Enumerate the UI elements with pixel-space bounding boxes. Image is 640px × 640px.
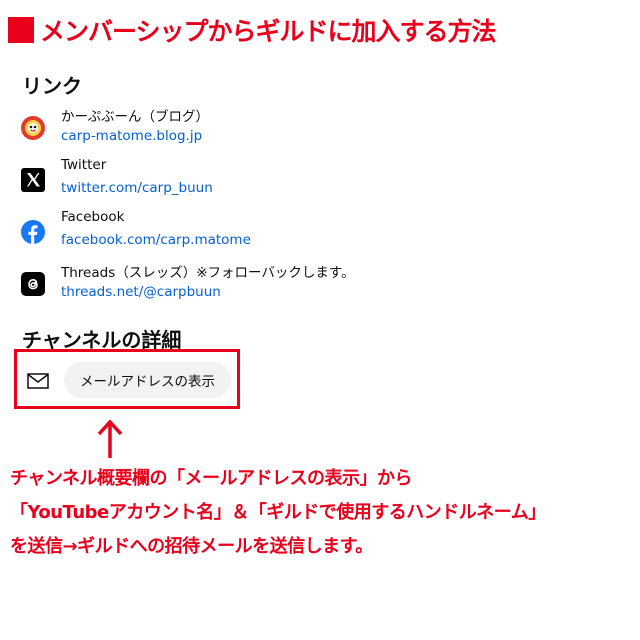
x-logo-icon[interactable] [20,167,46,193]
page-title: メンバーシップからギルドに加入する方法 [8,12,636,48]
link-item-threads: Threads（スレッズ）※フォローバックします。 threads.net/@c… [20,261,620,307]
link-url[interactable]: facebook.com/carp.matome [61,232,251,248]
link-name: Facebook [61,209,125,225]
link-url[interactable]: carp-matome.blog.jp [61,128,202,144]
instruction-note: チャンネル概要欄の「メールアドレスの表示」から 「YouTubeアカウント名」＆… [10,462,636,564]
page-title-text: メンバーシップからギルドに加入する方法 [40,17,497,46]
threads-logo-icon[interactable] [20,271,46,297]
link-item-facebook: Facebook facebook.com/carp.matome [20,209,620,255]
links-heading: リンク [22,74,82,98]
email-highlight-box: メールアドレスの表示 [14,349,240,409]
link-name: Twitter [61,157,107,173]
facebook-logo-icon[interactable] [20,219,46,245]
link-url[interactable]: threads.net/@carpbuun [61,284,221,300]
link-item-blog: かーぷぶーん（ブログ） carp-matome.blog.jp [20,105,620,151]
link-name: Threads（スレッズ）※フォローバックします。 [61,265,355,281]
note-line: チャンネル概要欄の「メールアドレスの表示」から [10,468,412,489]
link-item-twitter: Twitter twitter.com/carp_buun [20,157,620,203]
mail-icon [27,373,49,389]
show-email-button[interactable]: メールアドレスの表示 [64,362,231,398]
up-arrow-icon [97,419,123,458]
link-url[interactable]: twitter.com/carp_buun [61,180,213,196]
title-square-mark [8,17,34,43]
link-name: かーぷぶーん（ブログ） [61,109,209,125]
blog-logo-icon[interactable] [20,115,46,141]
note-line: を送信→ギルドへの招待メールを送信します。 [10,536,373,557]
note-line: 「YouTubeアカウント名」＆「ギルドで使用するハンドルネーム」 [10,502,546,523]
